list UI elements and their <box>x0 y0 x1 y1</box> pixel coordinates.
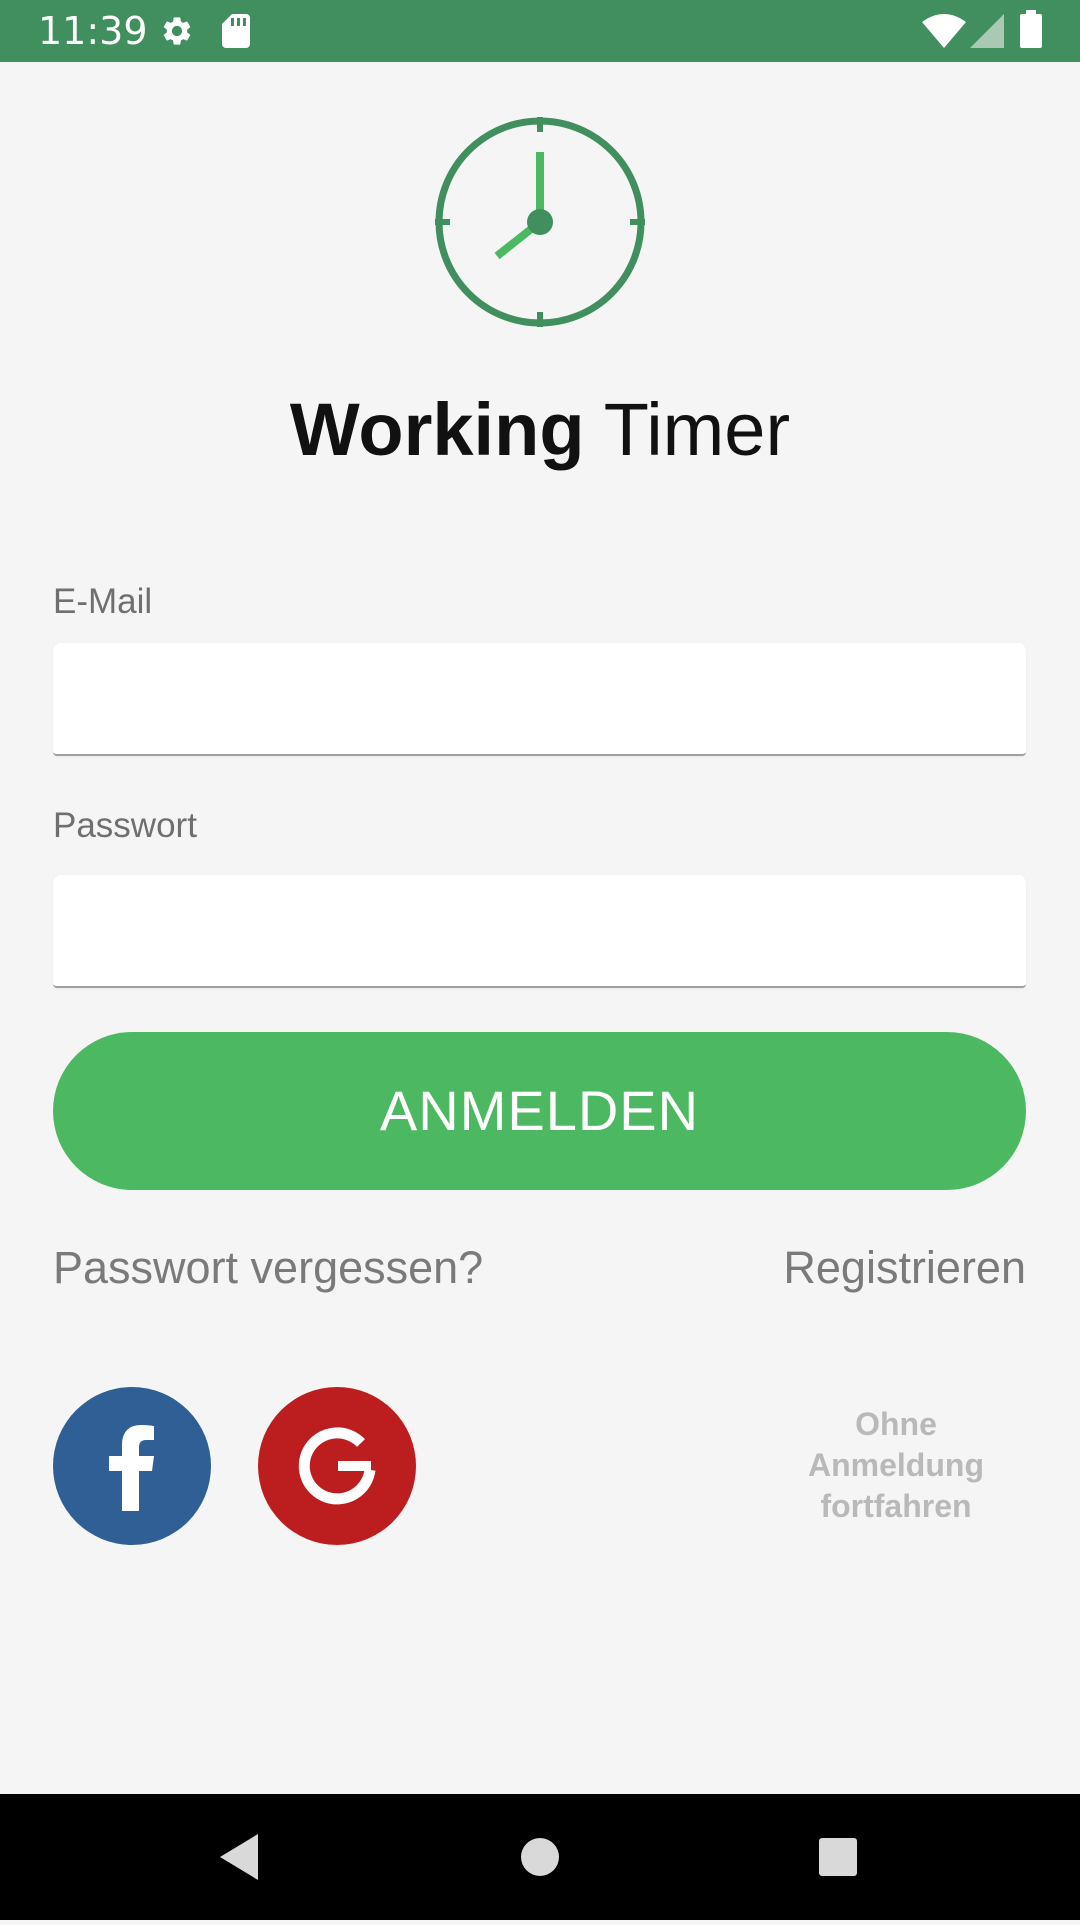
app-title-bold: Working <box>289 388 585 471</box>
email-field[interactable] <box>53 643 1026 756</box>
status-bar: 11:39 <box>0 0 1080 62</box>
settings-icon <box>160 14 194 53</box>
clock-icon <box>432 114 648 330</box>
home-icon[interactable] <box>500 1794 580 1920</box>
app-title: Working Timer <box>0 380 1080 480</box>
register-link[interactable]: Registrieren <box>783 1240 1026 1296</box>
google-login-button[interactable] <box>258 1387 416 1545</box>
guest-label-line1: Ohne <box>855 1406 937 1442</box>
navigation-bar <box>0 1794 1080 1920</box>
app-title-regular: Timer <box>603 388 791 471</box>
battery-icon <box>1020 10 1042 53</box>
sd-card-icon <box>222 14 250 53</box>
continue-without-login-link[interactable]: Ohne Anmeldung fortfahren <box>772 1404 1020 1527</box>
recents-icon[interactable] <box>798 1794 878 1920</box>
email-label: E-Mail <box>53 582 153 621</box>
cell-signal-icon <box>970 14 1004 53</box>
password-label: Passwort <box>53 806 197 845</box>
wifi-icon <box>922 14 966 53</box>
status-time: 11:39 <box>38 9 148 53</box>
guest-label-line3: fortfahren <box>820 1488 972 1524</box>
forgot-password-link[interactable]: Passwort vergessen? <box>53 1240 483 1296</box>
facebook-login-button[interactable] <box>53 1387 211 1545</box>
guest-label-line2: Anmeldung <box>808 1447 984 1483</box>
facebook-icon <box>109 1425 154 1511</box>
password-field[interactable] <box>53 875 1026 988</box>
back-icon[interactable] <box>200 1794 280 1920</box>
google-icon <box>298 1427 376 1505</box>
login-button[interactable]: ANMELDEN <box>53 1032 1026 1190</box>
login-screen: Working Timer E-Mail Passwort ANMELDEN P… <box>0 62 1080 1794</box>
